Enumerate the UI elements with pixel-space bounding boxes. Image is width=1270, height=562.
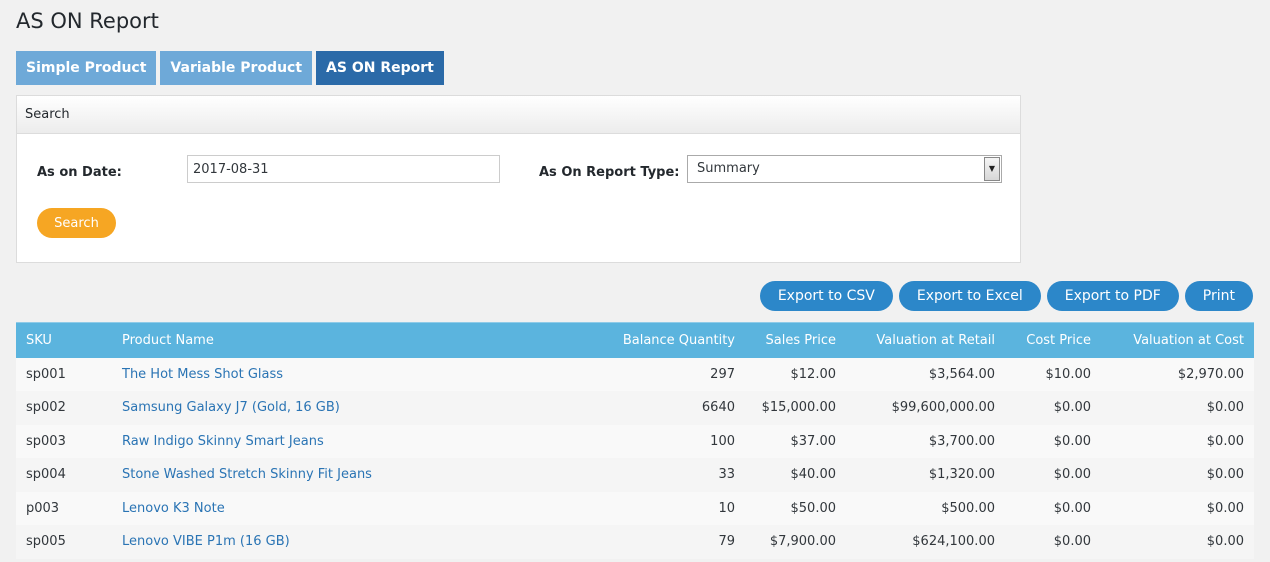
tab-variable-product[interactable]: Variable Product (160, 51, 313, 85)
cell-sku: sp003 (16, 424, 112, 458)
cell-sku: sp001 (16, 357, 112, 391)
cell-valuation-retail: $3,564.00 (846, 357, 1005, 391)
cell-valuation-cost: $0.00 (1101, 424, 1254, 458)
product-link[interactable]: Lenovo VIBE P1m (16 GB) (122, 534, 290, 549)
export-toolbar: Export to CSV Export to Excel Export to … (759, 281, 1253, 311)
cell-cost-price: $0.00 (1005, 491, 1101, 525)
cell-product-name: Stone Washed Stretch Skinny Fit Jeans (112, 458, 516, 492)
cell-sales-price: $7,900.00 (745, 525, 846, 559)
column-header-product-name[interactable]: Product Name (112, 322, 516, 358)
cell-balance-quantity: 10 (516, 491, 745, 525)
cell-balance-quantity: 79 (516, 525, 745, 559)
tab-as-on-report[interactable]: AS ON Report (316, 51, 444, 85)
cell-valuation-retail: $1,320.00 (846, 458, 1005, 492)
report-type-selected-value: Summary (697, 161, 760, 176)
print-button[interactable]: Print (1184, 281, 1253, 311)
column-header-valuation-retail[interactable]: Valuation at Retail (846, 322, 1005, 358)
cell-valuation-cost: $2,970.00 (1101, 357, 1254, 391)
table-row: sp005 Lenovo VIBE P1m (16 GB) 79 $7,900.… (16, 525, 1254, 559)
page-title: AS ON Report (16, 9, 159, 33)
column-header-sku[interactable]: SKU (16, 322, 112, 358)
cell-product-name: The Hot Mess Shot Glass (112, 357, 516, 391)
export-csv-button[interactable]: Export to CSV (759, 281, 893, 311)
cell-product-name: Raw Indigo Skinny Smart Jeans (112, 424, 516, 458)
report-table: SKU Product Name Balance Quantity Sales … (16, 322, 1254, 559)
cell-valuation-retail: $500.00 (846, 491, 1005, 525)
product-link[interactable]: Samsung Galaxy J7 (Gold, 16 GB) (122, 400, 340, 415)
cell-sales-price: $15,000.00 (745, 391, 846, 425)
cell-valuation-cost: $0.00 (1101, 458, 1254, 492)
cell-valuation-cost: $0.00 (1101, 525, 1254, 559)
cell-cost-price: $0.00 (1005, 424, 1101, 458)
product-link[interactable]: Lenovo K3 Note (122, 501, 225, 516)
column-header-cost-price[interactable]: Cost Price (1005, 322, 1101, 358)
table-header-row: SKU Product Name Balance Quantity Sales … (16, 322, 1254, 358)
table-row: p003 Lenovo K3 Note 10 $50.00 $500.00 $0… (16, 491, 1254, 525)
cell-valuation-cost: $0.00 (1101, 491, 1254, 525)
cell-valuation-retail: $624,100.00 (846, 525, 1005, 559)
column-header-balance-quantity[interactable]: Balance Quantity (516, 322, 745, 358)
report-type-select[interactable]: Summary ▼ (687, 155, 1002, 183)
table-row: sp003 Raw Indigo Skinny Smart Jeans 100 … (16, 424, 1254, 458)
tab-bar: Simple Product Variable Product AS ON Re… (16, 51, 444, 85)
cell-sku: sp002 (16, 391, 112, 425)
cell-cost-price: $0.00 (1005, 391, 1101, 425)
search-panel: Search As on Date: As On Report Type: Su… (16, 95, 1021, 263)
cell-valuation-cost: $0.00 (1101, 391, 1254, 425)
cell-sales-price: $37.00 (745, 424, 846, 458)
product-link[interactable]: The Hot Mess Shot Glass (122, 367, 283, 382)
cell-balance-quantity: 100 (516, 424, 745, 458)
cell-product-name: Samsung Galaxy J7 (Gold, 16 GB) (112, 391, 516, 425)
search-button[interactable]: Search (37, 208, 116, 238)
cell-cost-price: $10.00 (1005, 357, 1101, 391)
report-type-label: As On Report Type: (539, 165, 680, 180)
cell-sku: p003 (16, 491, 112, 525)
as-on-date-label: As on Date: (37, 165, 122, 180)
cell-sales-price: $12.00 (745, 357, 846, 391)
cell-cost-price: $0.00 (1005, 458, 1101, 492)
cell-sku: sp004 (16, 458, 112, 492)
table-row: sp004 Stone Washed Stretch Skinny Fit Je… (16, 458, 1254, 492)
cell-valuation-retail: $3,700.00 (846, 424, 1005, 458)
cell-sales-price: $40.00 (745, 458, 846, 492)
table-row: sp002 Samsung Galaxy J7 (Gold, 16 GB) 66… (16, 391, 1254, 425)
as-on-date-input[interactable] (187, 155, 500, 183)
column-header-valuation-cost[interactable]: Valuation at Cost (1101, 322, 1254, 358)
export-pdf-button[interactable]: Export to PDF (1046, 281, 1179, 311)
cell-balance-quantity: 6640 (516, 391, 745, 425)
cell-cost-price: $0.00 (1005, 525, 1101, 559)
cell-sku: sp005 (16, 525, 112, 559)
cell-balance-quantity: 297 (516, 357, 745, 391)
export-excel-button[interactable]: Export to Excel (898, 281, 1041, 311)
product-link[interactable]: Raw Indigo Skinny Smart Jeans (122, 434, 324, 449)
cell-product-name: Lenovo VIBE P1m (16 GB) (112, 525, 516, 559)
table-row: sp001 The Hot Mess Shot Glass 297 $12.00… (16, 357, 1254, 391)
product-link[interactable]: Stone Washed Stretch Skinny Fit Jeans (122, 467, 372, 482)
search-panel-header: Search (17, 96, 1020, 134)
cell-sales-price: $50.00 (745, 491, 846, 525)
tab-simple-product[interactable]: Simple Product (16, 51, 157, 85)
cell-balance-quantity: 33 (516, 458, 745, 492)
cell-product-name: Lenovo K3 Note (112, 491, 516, 525)
cell-valuation-retail: $99,600,000.00 (846, 391, 1005, 425)
triangle-down-icon[interactable]: ▼ (984, 157, 1000, 181)
column-header-sales-price[interactable]: Sales Price (745, 322, 846, 358)
